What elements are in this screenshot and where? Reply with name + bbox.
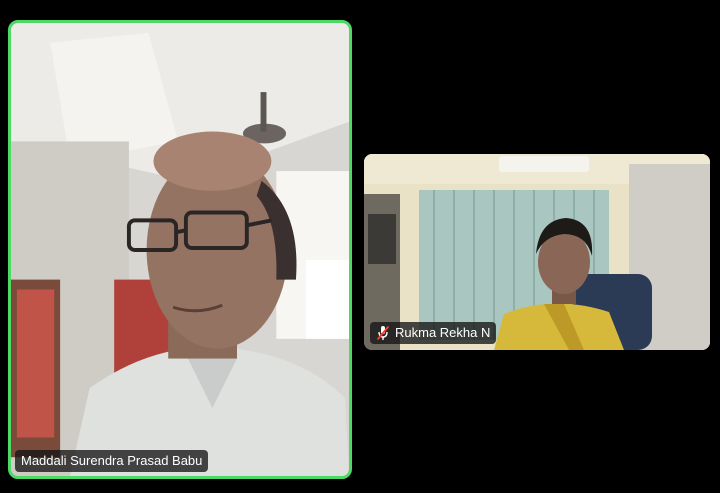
- video-call-grid: Maddali Surendra Prasad Babu Rukma Rekha…: [0, 0, 720, 493]
- mic-muted-icon: [376, 325, 390, 341]
- participant-name-tag: Rukma Rekha N: [370, 322, 497, 344]
- participant-name: Maddali Surendra Prasad Babu: [21, 453, 203, 468]
- participant-tile[interactable]: Rukma Rekha N: [364, 154, 710, 350]
- participant-video: [11, 23, 349, 476]
- participant-name-tag: Maddali Surendra Prasad Babu: [15, 450, 209, 472]
- participant-tile-active-speaker[interactable]: Maddali Surendra Prasad Babu: [8, 20, 352, 479]
- participant-video: [364, 154, 710, 350]
- participant-name: Rukma Rekha N: [395, 325, 491, 340]
